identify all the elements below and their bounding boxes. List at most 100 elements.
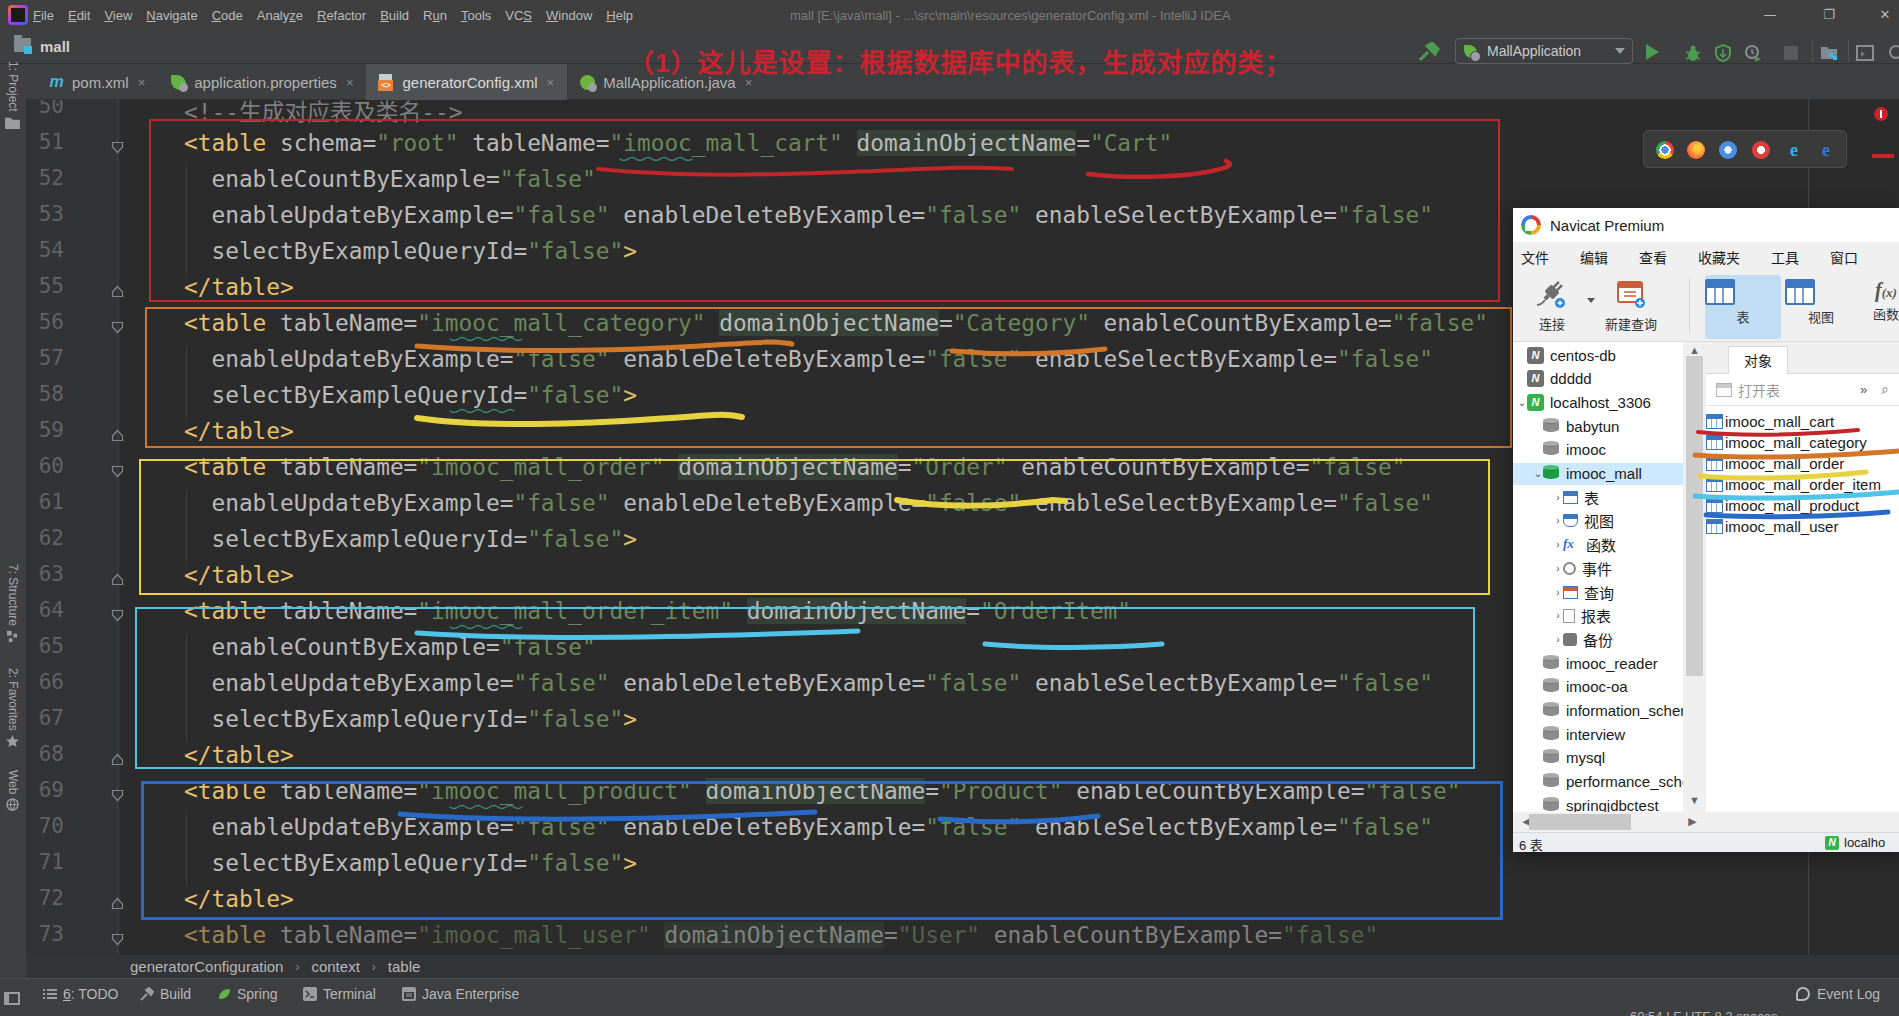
tree-item-备份[interactable]: ›备份 xyxy=(1513,628,1683,650)
tree-item-函数[interactable]: ›fx函数 xyxy=(1513,534,1683,556)
tree-item-ddddd[interactable]: ddddd xyxy=(1513,368,1683,390)
menu-build[interactable]: Build xyxy=(380,8,409,23)
tree-item-事件[interactable]: ›事件 xyxy=(1513,557,1683,579)
navicat-menu-item[interactable]: 窗口 xyxy=(1830,247,1858,267)
tree-item-mysql[interactable]: mysql xyxy=(1513,747,1683,769)
fold-marker-icon[interactable] xyxy=(108,778,126,814)
close-button[interactable]: ✕ xyxy=(1862,0,1899,29)
tab-objects[interactable]: 对象 xyxy=(1728,346,1788,374)
status-6-todo[interactable]: 6: TODO xyxy=(43,986,119,1002)
fold-marker-icon[interactable] xyxy=(108,454,126,490)
navicat-open-table-row[interactable]: 打开表 » ⌕ xyxy=(1706,374,1899,406)
tree-item-表[interactable]: ›表 xyxy=(1513,486,1683,508)
tree-item-performance_schema[interactable]: performance_schema xyxy=(1513,771,1683,793)
ie-icon[interactable]: e xyxy=(1785,141,1803,159)
terminal-run-icon[interactable] xyxy=(1856,44,1874,62)
menu-view[interactable]: View xyxy=(104,8,132,23)
fold-marker-icon[interactable] xyxy=(108,886,126,922)
more-icon[interactable]: » xyxy=(1860,382,1867,397)
breadcrumb[interactable]: generatorConfiguration›context›table xyxy=(26,955,1899,978)
navicat-menu-item[interactable]: 编辑 xyxy=(1580,247,1608,267)
menu-vcs[interactable]: VCS xyxy=(505,8,532,23)
navicat-menu-item[interactable]: 收藏夹 xyxy=(1698,247,1740,267)
tree-item-imooc_mall[interactable]: ⌄imooc_mall xyxy=(1513,463,1683,485)
status-spring[interactable]: Spring xyxy=(217,986,277,1002)
tree-item-报表[interactable]: ›报表 xyxy=(1513,605,1683,627)
hscroll-thumb[interactable] xyxy=(1529,814,1631,830)
profiler-button[interactable] xyxy=(1744,44,1762,62)
breadcrumb-item[interactable]: context xyxy=(311,958,359,975)
fold-marker-icon[interactable] xyxy=(108,130,126,166)
scroll-right-icon[interactable]: ▶ xyxy=(1681,815,1704,828)
status-terminal[interactable]: Terminal xyxy=(303,986,376,1002)
navicat-tool-view[interactable]: 视图 xyxy=(1785,275,1857,339)
debug-button[interactable] xyxy=(1684,44,1702,62)
menu-navigate[interactable]: Navigate xyxy=(146,8,197,23)
close-tab-icon[interactable]: × xyxy=(138,75,146,90)
run-configuration-select[interactable]: MallApplication xyxy=(1455,38,1633,64)
fold-marker-icon[interactable] xyxy=(108,310,126,346)
close-tab-icon[interactable]: × xyxy=(346,75,354,90)
minimize-button[interactable]: — xyxy=(1747,0,1793,29)
opera-icon[interactable] xyxy=(1752,141,1770,159)
tree-item-interview[interactable]: interview xyxy=(1513,723,1683,745)
table-list-item-imooc_mall_order[interactable]: imooc_mall_order xyxy=(1706,453,1899,474)
fold-marker-icon[interactable] xyxy=(108,274,126,310)
navicat-menu-item[interactable]: 查看 xyxy=(1639,247,1667,267)
tree-item-imooc_reader[interactable]: imooc_reader xyxy=(1513,652,1683,674)
edge-icon[interactable]: e xyxy=(1817,141,1835,159)
table-list-item-imooc_mall_order_item[interactable]: imooc_mall_order_item xyxy=(1706,474,1899,495)
tree-item-springjdbctest[interactable]: springjdbctest xyxy=(1513,794,1683,812)
sidebar-item-favorites[interactable]: 2: Favorites xyxy=(0,668,26,751)
navicat-menu-item[interactable]: 文件 xyxy=(1521,247,1549,267)
firefox-icon[interactable] xyxy=(1687,141,1705,159)
breadcrumb-item[interactable]: table xyxy=(388,958,421,975)
maximize-button[interactable]: ❐ xyxy=(1806,0,1852,29)
navicat-tool-table[interactable]: 表 xyxy=(1705,275,1781,339)
connection-dropdown-caret[interactable] xyxy=(1587,298,1595,303)
tree-item-imooc[interactable]: imooc xyxy=(1513,439,1683,461)
scroll-down-icon[interactable]: ▼ xyxy=(1683,794,1706,806)
safari-icon[interactable] xyxy=(1719,141,1737,159)
fold-marker-icon[interactable] xyxy=(108,418,126,454)
status-java-enterprise[interactable]: Java Enterprise xyxy=(402,986,519,1002)
close-tab-icon[interactable]: × xyxy=(547,75,555,90)
menu-help[interactable]: Help xyxy=(606,8,633,23)
menu-tools[interactable]: Tools xyxy=(461,8,491,23)
menu-run[interactable]: Run xyxy=(423,8,447,23)
navicat-tree-vscrollbar[interactable]: ▲ ▼ xyxy=(1683,342,1706,812)
fold-marker-icon[interactable] xyxy=(108,562,126,598)
sidebar-item-project[interactable]: 1: Project xyxy=(0,61,26,132)
tool-windows-toggle-icon[interactable] xyxy=(4,992,20,1005)
fold-marker-icon[interactable] xyxy=(108,742,126,778)
tree-item-information_schema[interactable]: information_schema xyxy=(1513,700,1683,722)
menu-edit[interactable]: Edit xyxy=(68,8,90,23)
fold-marker-icon[interactable] xyxy=(108,598,126,634)
scroll-thumb[interactable] xyxy=(1686,356,1703,676)
tab-pom.xml[interactable]: mpom.xml× xyxy=(36,64,158,100)
event-log-button[interactable]: Event Log xyxy=(1796,986,1880,1002)
scroll-up-icon[interactable]: ▲ xyxy=(1683,344,1706,356)
tree-item-视图[interactable]: ›视图 xyxy=(1513,510,1683,532)
navicat-tool-fx[interactable]: f(x)函数 xyxy=(1861,275,1899,339)
project-structure-icon[interactable] xyxy=(1820,44,1838,62)
navicat-tool-conn[interactable]: 连接 xyxy=(1523,275,1581,339)
table-list-item-imooc_mall_user[interactable]: imooc_mall_user xyxy=(1706,516,1899,537)
coverage-button[interactable] xyxy=(1714,44,1732,62)
search-icon[interactable]: ⌕ xyxy=(1881,381,1889,398)
breadcrumb-item[interactable]: generatorConfiguration xyxy=(130,958,283,975)
tree-item-imooc-oa[interactable]: imooc-oa xyxy=(1513,676,1683,698)
fold-marker-icon[interactable] xyxy=(108,922,126,955)
run-button[interactable] xyxy=(1646,44,1659,60)
menu-refactor[interactable]: Refactor xyxy=(317,8,366,23)
tab-application.properties[interactable]: application.properties× xyxy=(158,64,366,100)
status-build[interactable]: Build xyxy=(140,986,191,1002)
tree-item-babytun[interactable]: babytun xyxy=(1513,415,1683,437)
project-breadcrumb[interactable]: mall xyxy=(40,38,70,55)
search-everywhere-icon[interactable] xyxy=(1888,44,1899,62)
tree-item-查询[interactable]: ›查询 xyxy=(1513,581,1683,603)
sidebar-item-web[interactable]: Web xyxy=(0,770,26,814)
navicat-tool-query[interactable]: 新建查询 xyxy=(1589,275,1673,339)
navicat-menu-item[interactable]: 工具 xyxy=(1771,247,1799,267)
table-list-item-imooc_mall_category[interactable]: imooc_mall_category xyxy=(1706,432,1899,453)
